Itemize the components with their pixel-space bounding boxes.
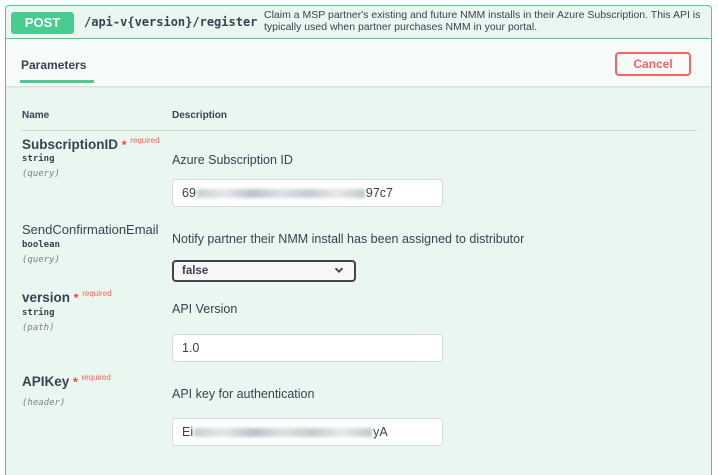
operation-summary-text: Claim a MSP partner's existing and futur… [264, 9, 701, 33]
redacted-value-blur [196, 189, 365, 198]
param-name-text: SubscriptionID [22, 137, 119, 152]
param-description: Notify partner their NMM install has bee… [172, 232, 525, 246]
input-value-prefix: 69 [182, 186, 196, 200]
chevron-down-icon [334, 267, 344, 273]
input-value-suffix: 97c7 [365, 186, 394, 200]
apikey-input[interactable]: Ei yA [172, 418, 443, 446]
param-name-version: version * required [22, 289, 112, 305]
required-star: * [73, 291, 79, 305]
version-input[interactable]: 1.0 [172, 334, 443, 362]
param-location: (query) [22, 255, 60, 265]
http-method-badge: POST [11, 12, 74, 34]
endpoint-path: /api-v{version}/register [84, 15, 258, 29]
table-header-divider [21, 130, 697, 131]
tab-active-indicator [20, 80, 94, 83]
parameters-header: Parameters Cancel [6, 39, 711, 86]
param-name-apikey: APIKey * required [22, 373, 111, 389]
operation-summary[interactable]: POST /api-v{version}/register Claim a MS… [6, 6, 711, 39]
sendconfirmationemail-select[interactable]: false [172, 260, 356, 282]
param-type: boolean [22, 240, 60, 250]
post-operation-block: POST /api-v{version}/register Claim a MS… [5, 5, 712, 475]
column-header-name: Name [22, 110, 50, 121]
param-name-text: version [22, 290, 71, 305]
param-description: Azure Subscription ID [172, 153, 293, 167]
subscriptionid-input[interactable]: 69 97c7 [172, 179, 443, 207]
required-label: required [82, 289, 112, 298]
param-type: string [22, 154, 55, 164]
param-description: API key for authentication [172, 387, 315, 401]
input-value-prefix: Ei [182, 425, 194, 439]
param-name-text: APIKey [22, 374, 70, 389]
select-value: false [182, 265, 209, 277]
required-label: required [130, 136, 160, 145]
required-star: * [73, 375, 78, 389]
redacted-value-blur [194, 428, 373, 437]
column-header-description: Description [172, 110, 228, 121]
required-label: required [81, 373, 111, 382]
input-value-suffix: yA [373, 425, 388, 439]
param-location: (header) [22, 398, 66, 408]
param-location: (path) [22, 323, 55, 333]
required-star: * [121, 138, 127, 152]
param-type: string [22, 308, 55, 318]
param-name-subscriptionid: SubscriptionID * required [22, 136, 160, 152]
cancel-button[interactable]: Cancel [615, 52, 691, 76]
param-name-sendconfirmationemail: SendConfirmationEmail [22, 222, 159, 237]
param-description: API Version [172, 302, 238, 316]
param-location: (query) [22, 169, 60, 179]
tab-parameters[interactable]: Parameters [21, 58, 86, 72]
